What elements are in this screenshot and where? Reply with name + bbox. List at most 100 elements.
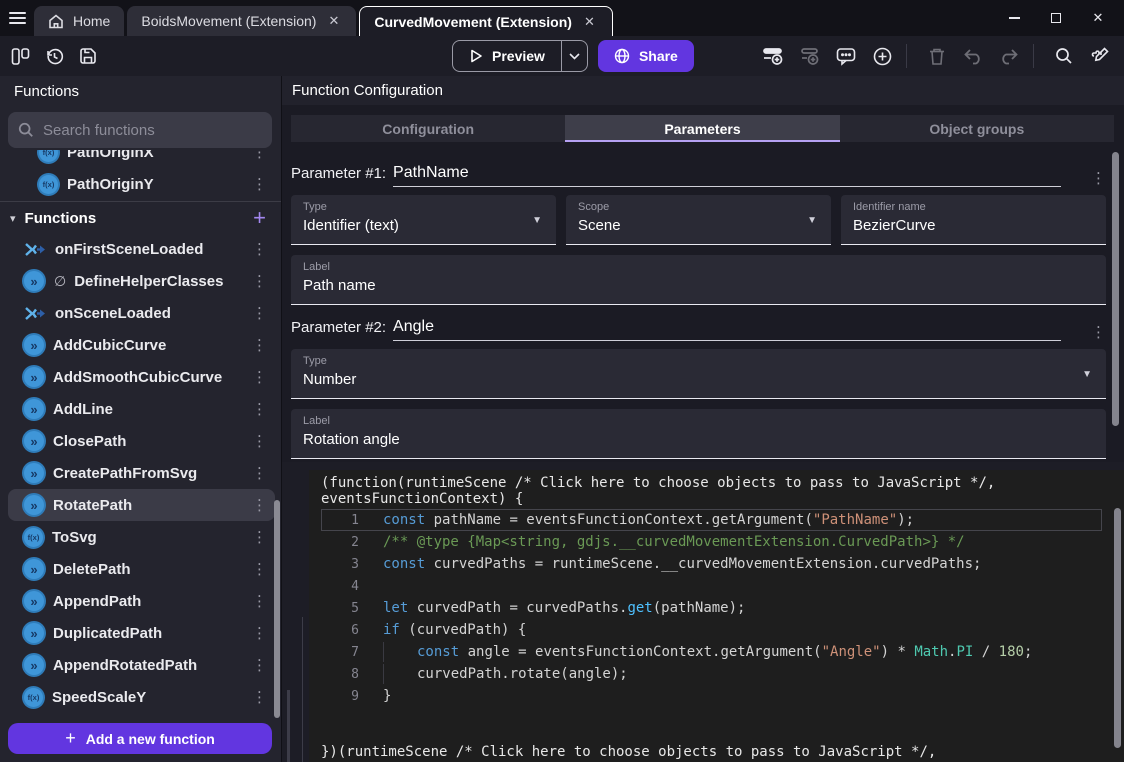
preview-options-chevron[interactable] (561, 41, 587, 71)
parameter-menu-icon[interactable]: ⋮ (1083, 323, 1106, 341)
code-line[interactable]: 6if (curvedPath) { (321, 619, 1102, 641)
item-menu-icon[interactable]: ⋮ (244, 496, 275, 514)
list-item[interactable]: f(x) PathOriginX ⋮ (8, 150, 275, 168)
item-menu-icon[interactable]: ⋮ (244, 175, 275, 193)
list-item[interactable]: » ClosePath ⋮ (8, 425, 275, 457)
item-menu-icon[interactable]: ⋮ (244, 304, 275, 322)
list-item[interactable]: » ∅ DefineHelperClasses ⋮ (8, 265, 275, 297)
action-function-icon: » (24, 367, 44, 387)
list-item[interactable]: » AppendRotatedPath ⋮ (8, 649, 275, 681)
code-scrollbar[interactable] (1114, 508, 1121, 748)
add-subevent-icon[interactable] (796, 42, 824, 70)
functions-section-header[interactable]: ▾ Functions + (8, 203, 275, 233)
redo-icon[interactable] (995, 42, 1023, 70)
list-item[interactable]: f(x) PathOriginY ⋮ (8, 168, 275, 200)
parameter-menu-icon[interactable]: ⋮ (1083, 169, 1106, 187)
config-scrollbar[interactable] (1112, 152, 1119, 426)
code-line[interactable]: 7const angle = eventsFunctionContext.get… (321, 641, 1102, 663)
add-other-event-icon[interactable] (868, 42, 896, 70)
tab-configuration[interactable]: Configuration (291, 115, 565, 142)
add-event-icon[interactable] (760, 42, 788, 70)
item-menu-icon[interactable]: ⋮ (244, 336, 275, 354)
tab-home[interactable]: Home (34, 6, 124, 36)
list-item[interactable]: » DuplicatedPath ⋮ (8, 617, 275, 649)
item-menu-icon[interactable]: ⋮ (244, 528, 275, 546)
delete-icon[interactable] (923, 42, 951, 70)
item-menu-icon[interactable]: ⋮ (244, 592, 275, 610)
sidebar-scrollbar[interactable] (274, 500, 280, 718)
code-wrapper-header[interactable]: (function(runtimeScene /* Click here to … (321, 475, 1124, 491)
code-line[interactable]: 4 (321, 575, 1102, 597)
item-menu-icon[interactable]: ⋮ (244, 272, 275, 290)
label-field[interactable]: Label Path name (291, 255, 1106, 305)
action-function-icon: » (24, 495, 44, 515)
undo-icon[interactable] (959, 42, 987, 70)
toolbar-separator (906, 44, 907, 68)
code-line[interactable]: 1const pathName = eventsFunctionContext.… (321, 509, 1102, 531)
code-line[interactable]: 3const curvedPaths = runtimeScene.__curv… (321, 553, 1102, 575)
menu-icon[interactable] (0, 0, 34, 36)
event-drag-handle[interactable] (287, 690, 290, 762)
item-menu-icon[interactable]: ⋮ (244, 656, 275, 674)
item-menu-icon[interactable]: ⋮ (244, 240, 275, 258)
list-item[interactable]: f(x) ToSvg ⋮ (8, 521, 275, 553)
tab-boidsmovement[interactable]: BoidsMovement (Extension) ✕ (127, 6, 356, 36)
item-menu-icon[interactable]: ⋮ (244, 400, 275, 418)
tab-curvedmovement[interactable]: CurvedMovement (Extension) ✕ (359, 6, 613, 36)
list-item[interactable]: » AppendPath ⋮ (8, 585, 275, 617)
history-icon[interactable] (40, 42, 68, 70)
save-icon[interactable] (74, 42, 102, 70)
list-item-selected[interactable]: » RotatePath ⋮ (8, 489, 275, 521)
home-icon (48, 14, 64, 29)
identifier-name-field[interactable]: Identifier name BezierCurve (841, 195, 1106, 245)
list-item[interactable]: » AddSmoothCubicCurve ⋮ (8, 361, 275, 393)
code-line[interactable]: 9} (321, 685, 1102, 707)
code-line[interactable]: 5let curvedPath = curvedPaths.get(pathNa… (321, 597, 1102, 619)
config-tabs: Configuration Parameters Object groups (291, 115, 1114, 142)
add-function-icon[interactable]: + (244, 205, 275, 231)
list-item[interactable]: » DeletePath ⋮ (8, 553, 275, 585)
parameter-name-input[interactable]: PathName (393, 164, 1061, 187)
list-item[interactable]: onSceneLoaded ⋮ (8, 297, 275, 329)
item-menu-icon[interactable]: ⋮ (244, 150, 275, 161)
list-item[interactable]: » CreatePathFromSvg ⋮ (8, 457, 275, 489)
item-menu-icon[interactable]: ⋮ (244, 560, 275, 578)
close-tab-icon[interactable]: ✕ (325, 11, 342, 31)
item-menu-icon[interactable]: ⋮ (244, 624, 275, 642)
maximize-button[interactable] (1048, 10, 1064, 26)
tab-parameters[interactable]: Parameters (565, 115, 839, 142)
label-field[interactable]: Label Rotation angle (291, 409, 1106, 459)
type-select[interactable]: Type Number ▼ (291, 349, 1106, 399)
add-comment-icon[interactable] (832, 42, 860, 70)
search-functions-box[interactable] (8, 112, 272, 148)
add-new-function-button[interactable]: + Add a new function (8, 723, 272, 754)
tab-object-groups[interactable]: Object groups (840, 115, 1114, 142)
preview-button[interactable]: Preview (453, 41, 561, 71)
search-functions-input[interactable] (43, 122, 262, 139)
parameter-name-input[interactable]: Angle (393, 318, 1061, 341)
list-item[interactable]: » AddCubicCurve ⋮ (8, 329, 275, 361)
close-window-button[interactable]: ✕ (1090, 10, 1106, 26)
minimize-button[interactable] (1006, 10, 1022, 26)
item-menu-icon[interactable]: ⋮ (244, 688, 275, 706)
list-item[interactable]: onFirstSceneLoaded ⋮ (8, 233, 275, 265)
scope-select[interactable]: Scope Scene ▼ (566, 195, 831, 245)
item-menu-icon[interactable]: ⋮ (244, 432, 275, 450)
project-manager-icon[interactable] (6, 42, 34, 70)
js-code-editor[interactable]: (function(runtimeScene /* Click here to … (309, 470, 1124, 762)
edit-extension-icon[interactable] (1086, 42, 1114, 70)
list-item[interactable]: f(x) SpeedScaleY ⋮ (8, 681, 275, 713)
item-menu-icon[interactable]: ⋮ (244, 368, 275, 386)
share-button[interactable]: Share (598, 40, 694, 72)
play-icon (469, 49, 483, 63)
list-item[interactable]: » AddLine ⋮ (8, 393, 275, 425)
item-menu-icon[interactable]: ⋮ (244, 464, 275, 482)
code-line[interactable]: 2/** @type {Map<string, gdjs.__curvedMov… (321, 531, 1102, 553)
code-line[interactable]: 8curvedPath.rotate(angle); (321, 663, 1102, 685)
window-controls: ✕ (1006, 0, 1124, 36)
type-select[interactable]: Type Identifier (text) ▼ (291, 195, 556, 245)
action-function-icon: » (24, 655, 44, 675)
collapse-section-icon[interactable]: ▾ (10, 212, 16, 225)
close-tab-icon[interactable]: ✕ (581, 12, 598, 32)
search-icon[interactable] (1050, 42, 1078, 70)
